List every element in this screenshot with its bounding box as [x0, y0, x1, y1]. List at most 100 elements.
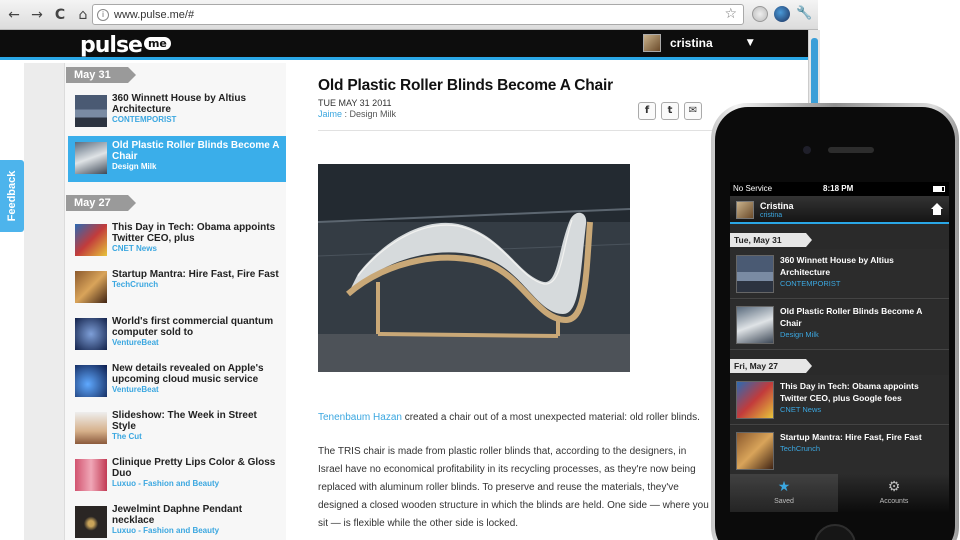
mobile-app-header: Cristina cristina [730, 196, 949, 224]
story-title: This Day in Tech: Obama appoints Twitter… [780, 381, 919, 403]
status-bar: No Service 8:18 PM [730, 182, 949, 196]
back-icon[interactable]: ← [5, 6, 23, 24]
story-source: Design Milk [780, 330, 819, 339]
address-bar-url[interactable]: www.pulse.me/# [114, 9, 194, 21]
browser-toolbar: ← → C ⌂ i www.pulse.me/# ☆ 🔧 [0, 0, 818, 30]
paragraph-line: Israel have no economical profitability … [318, 464, 696, 475]
facebook-share-icon[interactable]: f [638, 102, 656, 120]
mobile-date-header: Fri, May 27 [730, 359, 812, 373]
article-title: Old Plastic Roller Blinds Become A Chair [318, 77, 613, 94]
user-menu[interactable]: cristina ▼ [643, 34, 754, 52]
story-thumbnail [75, 95, 107, 127]
avatar [643, 34, 661, 52]
story-thumbnail [75, 459, 107, 491]
paragraph-line: replaced with aluminum roller blinds. To… [318, 482, 679, 493]
tab-accounts[interactable]: ⚙ Accounts [840, 474, 948, 512]
story-item[interactable]: Jewelmint Daphne Pendant necklace Luxuo -… [68, 500, 286, 540]
article-date: TUE MAY 31 2011 [318, 98, 392, 108]
story-source: VentureBeat [112, 338, 159, 347]
twitter-share-icon[interactable]: t [661, 102, 679, 120]
article-paragraph: Tenenbaum Hazan created a chair out of a… [318, 409, 772, 427]
tab-label: Accounts [879, 498, 909, 505]
story-thumbnail [75, 365, 107, 397]
front-camera [803, 146, 811, 154]
gear-icon: ⚙ [887, 479, 901, 495]
address-bar[interactable]: i www.pulse.me/# ☆ [92, 4, 744, 25]
mobile-user-handle: cristina [760, 212, 783, 219]
status-time: 8:18 PM [823, 184, 854, 193]
story-item[interactable]: New details revealed on Apple's upcoming… [68, 359, 286, 405]
mobile-story-item[interactable]: Old Plastic Roller Blinds Become A Chair… [730, 300, 949, 350]
home-icon[interactable] [931, 203, 943, 215]
app-header: pulse me cristina ▼ [0, 30, 808, 60]
story-thumbnail [75, 271, 107, 303]
logo-text: pulse [80, 33, 143, 58]
story-source: CNET News [112, 244, 157, 253]
story-source: Design Milk [112, 162, 157, 171]
phone-face: No Service 8:18 PM Cristina cristina Tue… [715, 107, 955, 540]
mobile-story-item[interactable]: This Day in Tech: Obama appoints Twitter… [730, 375, 949, 425]
wrench-icon[interactable]: 🔧 [796, 6, 812, 22]
tab-saved[interactable]: ★ Saved [730, 474, 838, 512]
story-source: The Cut [112, 432, 142, 441]
article-pane: Old Plastic Roller Blinds Become A Chair… [287, 63, 772, 540]
extension-icon[interactable] [752, 6, 768, 22]
story-item[interactable]: World's first commercial quantum compute… [68, 312, 286, 358]
article-paragraph: The TRIS chair is made from plastic roll… [318, 443, 772, 533]
story-source: VentureBeat [112, 385, 159, 394]
battery-icon [933, 186, 945, 192]
extension-globe-icon[interactable] [774, 6, 790, 22]
story-thumbnail [736, 306, 774, 344]
story-item[interactable]: Slideshow: The Week in Street Style The C… [68, 406, 286, 452]
mobile-date-header: Tue, May 31 [730, 233, 812, 247]
story-source: CONTEMPORIST [780, 279, 841, 288]
mobile-story-item[interactable]: 360 Winnett House by Altius Architecture… [730, 249, 949, 299]
pulse-logo[interactable]: pulse me [80, 33, 171, 58]
story-item[interactable]: Clinique Pretty Lips Color & Gloss Duo Lu… [68, 453, 286, 499]
reload-icon[interactable]: C [51, 6, 69, 24]
story-thumbnail [736, 381, 774, 419]
story-title: World's first commercial quantum compute… [112, 316, 274, 338]
story-item-selected[interactable]: Old Plastic Roller Blinds Become A Chair… [68, 136, 286, 182]
iphone-device: No Service 8:18 PM Cristina cristina Tue… [711, 103, 959, 540]
story-thumbnail [75, 412, 107, 444]
mobile-story-item[interactable]: Startup Mantra: Hire Fast, Fire Fast Tech… [730, 426, 949, 476]
story-item[interactable]: This Day in Tech: Obama appoints Twitter… [68, 218, 286, 264]
story-source: CNET News [780, 405, 822, 414]
forward-icon[interactable]: → [28, 6, 46, 24]
byline-separator: : [342, 109, 350, 119]
story-thumbnail [75, 224, 107, 256]
phone-screen: No Service 8:18 PM Cristina cristina Tue… [730, 182, 949, 512]
user-name: cristina [670, 36, 713, 50]
story-source: Luxuo - Fashion and Beauty [112, 526, 220, 535]
story-title: Startup Mantra: Hire Fast, Fire Fast [112, 269, 279, 280]
star-icon: ★ [777, 479, 791, 495]
date-header: May 31 [66, 67, 136, 83]
story-title: Slideshow: The Week in Street Style [112, 410, 257, 432]
paragraph-line: The TRIS chair is made from plastic roll… [318, 446, 687, 457]
designer-link[interactable]: Tenenbaum Hazan [318, 412, 402, 423]
story-thumbnail [736, 432, 774, 470]
bookmark-star-icon[interactable]: ☆ [724, 6, 737, 22]
email-share-icon[interactable]: ✉ [684, 102, 702, 120]
feedback-tab[interactable]: Feedback [0, 160, 24, 232]
article-byline: Jaime : Design Milk [318, 109, 396, 119]
phone-home-button[interactable] [814, 524, 856, 540]
story-item[interactable]: 360 Winnett House by Altius Architecture… [68, 89, 286, 135]
carrier-label: No Service [733, 184, 773, 193]
story-thumbnail [736, 255, 774, 293]
story-title: Startup Mantra: Hire Fast, Fire Fast [780, 432, 922, 442]
story-item[interactable]: Startup Mantra: Hire Fast, Fire Fast Tech… [68, 265, 286, 311]
story-title: Jewelmint Daphne Pendant necklace [112, 504, 243, 526]
chevron-down-icon[interactable]: ▼ [747, 38, 754, 48]
earpiece [828, 147, 874, 153]
paragraph-text: created a chair out of a most unexpected… [401, 412, 700, 423]
tab-label: Saved [774, 498, 794, 505]
article-hero-image [318, 164, 630, 372]
article-author-link[interactable]: Jaime [318, 109, 342, 119]
paragraph-line: designed a closed wooden structure in wh… [318, 500, 709, 511]
story-title: Old Plastic Roller Blinds Become A Chair [780, 306, 923, 328]
story-title: This Day in Tech: Obama appoints Twitter… [112, 222, 276, 244]
story-title: Clinique Pretty Lips Color & Gloss Duo [112, 457, 276, 479]
home-icon[interactable]: ⌂ [74, 6, 92, 24]
